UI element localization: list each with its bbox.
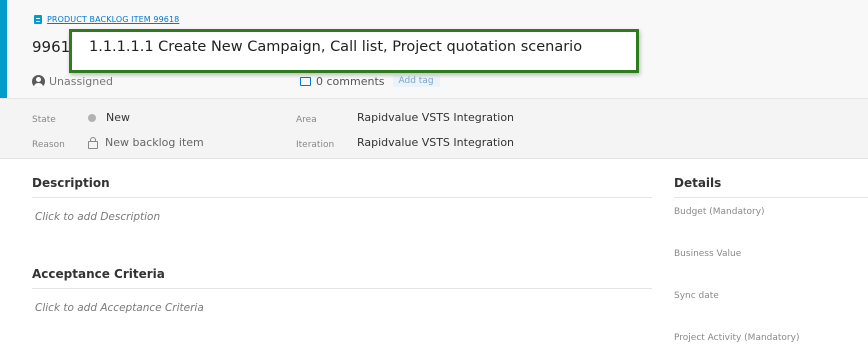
state-value: New [106,111,130,124]
reason-field[interactable]: New backlog item [88,136,204,149]
iteration-field[interactable]: Rapidvalue VSTS Integration [357,136,514,149]
description-divider [32,197,652,198]
reason-label: Reason [32,140,65,150]
assignee-name: Unassigned [49,74,113,88]
description-heading: Description [32,176,110,190]
work-item-header: PRODUCT BACKLOG ITEM 99618 99618 Unassig… [0,0,868,99]
backlog-item-icon [34,14,42,24]
reason-value: New backlog item [105,136,204,149]
details-divider [674,197,868,198]
work-item-type-row: PRODUCT BACKLOG ITEM 99618 [34,13,179,25]
avatar-icon [32,74,45,88]
comments-count: 0 comments [316,74,385,88]
business-value-field-label[interactable]: Business Value [674,249,741,259]
state-dot-icon [88,113,96,122]
acceptance-criteria-divider [32,288,652,289]
lock-icon [88,136,98,149]
area-label: Area [296,115,317,125]
work-item-title[interactable]: 1.1.1.1.1 Create New Campaign, Call list… [89,39,582,55]
details-heading: Details [674,176,722,190]
area-field[interactable]: Rapidvalue VSTS Integration [357,111,514,124]
work-item-type-color-bar [0,0,7,98]
acceptance-criteria-heading: Acceptance Criteria [32,267,165,281]
state-field[interactable]: New [88,111,130,124]
comment-icon [300,76,311,86]
acceptance-criteria-field[interactable]: Click to add Acceptance Criteria [35,302,204,314]
add-tag-button[interactable]: Add tag [392,75,440,87]
iteration-label: Iteration [296,140,335,150]
sync-date-field-label[interactable]: Sync date [674,291,719,301]
state-label: State [32,115,56,125]
budget-field-label[interactable]: Budget (Mandatory) [674,207,765,217]
work-item-fields: State New Reason New backlog item Area R… [0,99,868,159]
title-highlight-box: 1.1.1.1.1 Create New Campaign, Call list… [69,29,639,73]
assignee-picker[interactable]: Unassigned [32,73,113,89]
work-item-type-link[interactable]: PRODUCT BACKLOG ITEM 99618 [47,15,179,24]
project-activity-field-label[interactable]: Project Activity (Mandatory) [674,333,799,343]
comments-link[interactable]: 0 comments Add tag [300,73,440,89]
description-field[interactable]: Click to add Description [35,211,160,223]
